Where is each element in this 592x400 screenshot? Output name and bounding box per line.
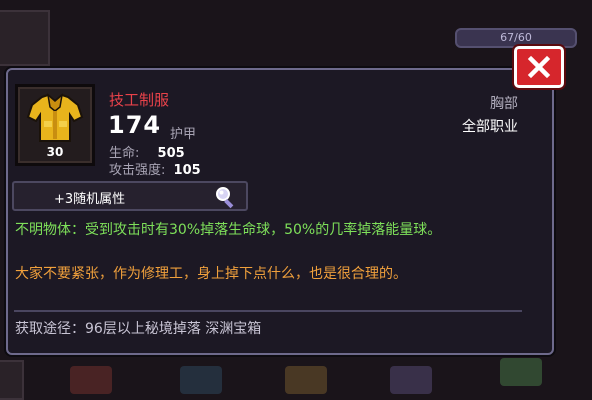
random-attributes-label: +3随机属性 <box>54 192 126 207</box>
background-item <box>390 366 432 394</box>
divider <box>14 310 522 312</box>
item-name: 技工制服 <box>109 91 170 109</box>
item-effect-text: 不明物体：受到攻击时有30%掉落生命球，50%的几率掉落能量球。 <box>15 222 442 238</box>
stat-label: 攻击强度: <box>109 163 166 178</box>
item-source-text: 获取途径：96层以上秘境掉落 深渊宝箱 <box>15 321 262 337</box>
background-item <box>285 366 327 394</box>
background-item <box>70 366 112 394</box>
item-level: 30 <box>46 145 64 159</box>
stat-value: 105 <box>173 163 201 178</box>
magnifier-icon[interactable] <box>214 185 238 209</box>
background-inventory-slot <box>0 360 24 400</box>
item-icon-slot: 30 <box>15 84 95 166</box>
close-button[interactable] <box>514 46 564 88</box>
armor-value: 174 <box>108 111 162 139</box>
background-item <box>500 358 542 386</box>
random-attributes-row[interactable]: +3随机属性 <box>12 181 248 211</box>
equip-slot-type: 胸部 <box>490 96 518 112</box>
close-icon <box>527 55 551 79</box>
item-flavor-text: 大家不要紧张，作为修理工，身上掉下点什么，也是很合理的。 <box>15 266 407 282</box>
stat-attack-power: 攻击强度: 105 <box>109 159 201 178</box>
armor-label: 护甲 <box>170 127 197 142</box>
resource-bar: 67/60 <box>455 28 577 48</box>
background-item <box>180 366 222 394</box>
yellow-uniform-icon <box>26 93 84 142</box>
background-inventory-slot <box>0 10 50 66</box>
class-requirement: 全部职业 <box>462 119 518 135</box>
